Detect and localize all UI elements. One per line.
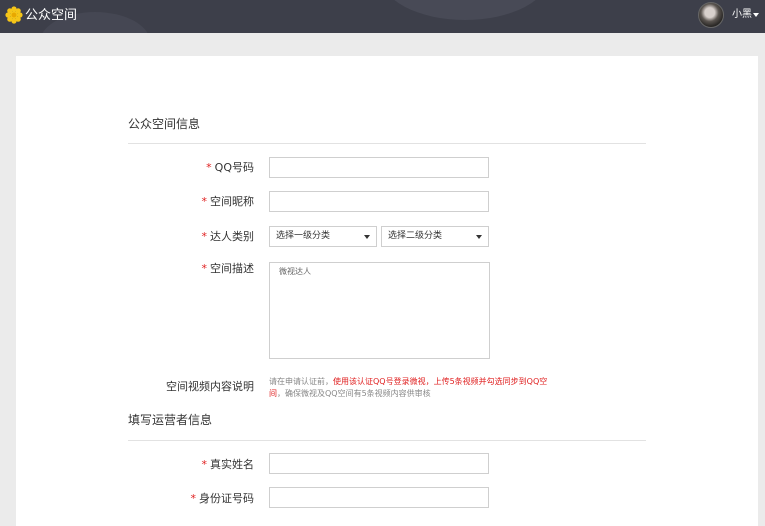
top-navigation-bar: 公众空间 小黑 xyxy=(0,0,765,33)
username[interactable]: 小黑 xyxy=(732,9,752,21)
realname-label: * 真实姓名 xyxy=(201,458,255,471)
section-divider xyxy=(128,143,646,144)
section-title-operator-info: 填写运营者信息 xyxy=(128,413,213,427)
nickname-input[interactable] xyxy=(269,191,489,212)
section-divider xyxy=(128,440,646,441)
header-decoration xyxy=(380,0,550,20)
caret-down-icon[interactable] xyxy=(753,13,759,17)
chevron-down-icon xyxy=(364,235,370,239)
category-level1-select[interactable]: 选择一级分类 xyxy=(269,226,377,247)
idcard-input[interactable] xyxy=(269,487,489,508)
required-mark: * xyxy=(206,161,212,174)
video-note-text: 请在申请认证前，使用该认证QQ号登录微视，上传5条视频并勾选同步到QQ空间，确保… xyxy=(269,377,548,398)
description-label: * 空间描述 xyxy=(201,262,255,275)
nickname-label: * 空间昵称 xyxy=(201,195,255,208)
description-textarea[interactable]: 微视达人 xyxy=(269,262,490,359)
required-mark: * xyxy=(201,262,208,275)
required-mark: * xyxy=(201,458,208,471)
realname-input[interactable] xyxy=(269,453,489,474)
required-mark: * xyxy=(201,230,208,243)
chevron-down-icon xyxy=(476,235,482,239)
video-note-label: 空间视频内容说明 xyxy=(166,380,254,393)
category-level2-select[interactable]: 选择二级分类 xyxy=(381,226,489,247)
required-mark: * xyxy=(190,492,197,505)
category-level1-value: 选择一级分类 xyxy=(276,231,331,241)
qq-label: * QQ号码 xyxy=(206,161,254,174)
qq-number-input[interactable] xyxy=(269,157,489,178)
app-title[interactable]: 公众空间 xyxy=(25,8,77,24)
idcard-label: * 身份证号码 xyxy=(190,492,255,505)
section-title-space-info: 公众空间信息 xyxy=(128,117,201,131)
sunflower-logo-icon[interactable] xyxy=(5,6,23,24)
category-level2-value: 选择二级分类 xyxy=(388,231,443,241)
category-label: * 达人类别 xyxy=(201,230,255,243)
user-avatar[interactable] xyxy=(698,2,724,28)
required-mark: * xyxy=(201,195,208,208)
